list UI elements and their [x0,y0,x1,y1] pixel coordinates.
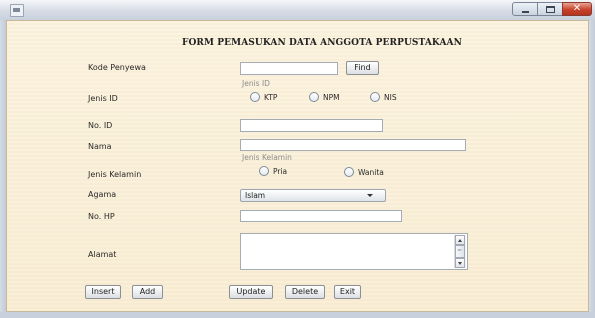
agama-label: Agama [88,190,117,199]
delete-button[interactable]: Delete [285,285,325,299]
scrollbar-thumb[interactable] [455,245,465,258]
no-id-input[interactable] [240,119,383,132]
form-title: FORM PEMASUKAN DATA ANGGOTA PERPUSTAKAAN [182,38,462,48]
nama-label: Nama [88,142,112,151]
alamat-scrollbar[interactable] [454,235,466,268]
radio-button-icon [309,92,319,102]
radio-button-icon [250,92,260,102]
radio-ktp-label: KTP [264,92,278,102]
window-frame-right [589,20,595,318]
no-hp-label: No. HP [88,212,115,221]
radio-nis[interactable]: NIS [370,91,397,103]
radio-wanita[interactable]: Wanita [344,166,384,178]
radio-npm[interactable]: NPM [309,91,340,103]
minimize-icon [522,11,529,13]
agama-select[interactable]: Islam [240,189,386,202]
chevron-down-icon [367,194,373,197]
radio-nis-label: NIS [384,92,397,102]
jenis-kelamin-label: Jenis Kelamin [88,170,142,179]
jenis-id-group-caption: Jenis ID [242,79,270,88]
agama-selected-value: Islam [245,191,266,200]
add-button[interactable]: Add [132,285,163,299]
exit-button[interactable]: Exit [334,285,361,299]
close-button[interactable]: ✕ [562,2,592,16]
java-app-icon [10,4,24,17]
update-button[interactable]: Update [229,285,273,299]
alamat-textarea[interactable] [240,233,468,270]
alamat-label: Alamat [88,250,117,259]
maximize-icon [546,6,555,13]
nama-input[interactable] [240,139,466,151]
find-button[interactable]: Find [346,61,379,75]
radio-npm-label: NPM [323,92,340,102]
arrow-down-icon[interactable] [455,258,465,268]
window-frame-bottom [0,312,595,318]
no-hp-input[interactable] [240,210,402,222]
radio-button-icon [370,92,380,102]
insert-button[interactable]: Insert [85,285,121,299]
title-bar[interactable]: ✕ [0,0,595,20]
kode-penyewa-input[interactable] [240,62,338,75]
radio-button-icon [259,166,269,176]
radio-ktp[interactable]: KTP [250,91,277,103]
minimize-button[interactable] [512,2,538,16]
kode-penyewa-label: Kode Penyewa [88,63,146,72]
no-id-label: No. ID [88,121,113,130]
radio-pria[interactable]: Pria [259,165,287,177]
jenis-id-label: Jenis ID [88,94,118,103]
arrow-up-icon[interactable] [455,235,465,245]
radio-button-icon [344,167,354,177]
app-window: ✕ FORM PEMASUKAN DATA ANGGOTA PERPUSTAKA… [0,0,595,318]
close-icon: ✕ [572,3,582,14]
radio-wanita-label: Wanita [358,167,384,177]
jenis-kelamin-group-caption: Jenis Kelamin [242,153,292,162]
radio-pria-label: Pria [273,166,288,176]
maximize-button[interactable] [537,2,563,16]
